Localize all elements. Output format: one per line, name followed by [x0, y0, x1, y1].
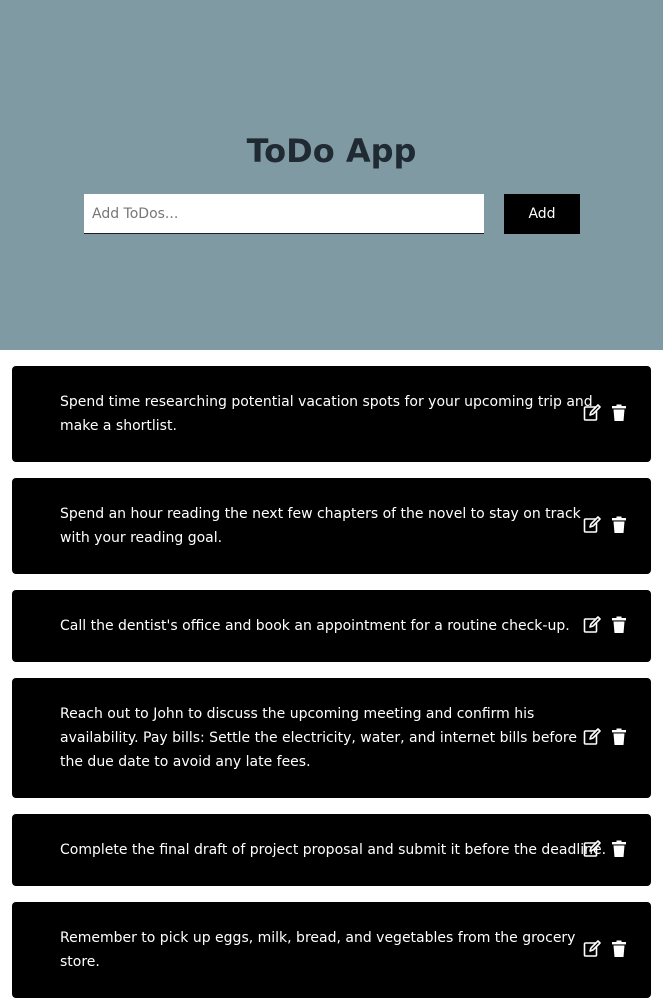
edit-icon[interactable]	[583, 840, 603, 860]
todo-item: Spend an hour reading the next few chapt…	[12, 478, 651, 574]
todo-actions	[583, 516, 631, 536]
header: ToDo App Add	[0, 0, 663, 350]
todo-text: Spend an hour reading the next few chapt…	[60, 506, 581, 546]
trash-icon[interactable]	[611, 616, 631, 636]
todo-actions	[583, 616, 631, 636]
todo-item: Reach out to John to discuss the upcomin…	[12, 678, 651, 798]
todo-text: Complete the final draft of project prop…	[60, 842, 607, 858]
trash-icon[interactable]	[611, 840, 631, 860]
todo-actions	[583, 728, 631, 748]
todo-text: Call the dentist's office and book an ap…	[60, 618, 570, 634]
trash-icon[interactable]	[611, 728, 631, 748]
edit-icon[interactable]	[583, 940, 603, 960]
trash-icon[interactable]	[611, 516, 631, 536]
todo-text: Spend time researching potential vacatio…	[60, 394, 593, 434]
edit-icon[interactable]	[583, 516, 603, 536]
edit-icon[interactable]	[583, 616, 603, 636]
todo-text: Reach out to John to discuss the upcomin…	[60, 706, 577, 770]
todo-actions	[583, 940, 631, 960]
todo-item: Complete the final draft of project prop…	[12, 814, 651, 886]
edit-icon[interactable]	[583, 728, 603, 748]
todo-actions	[583, 404, 631, 424]
page-title: ToDo App	[246, 132, 417, 170]
trash-icon[interactable]	[611, 940, 631, 960]
todo-text: Remember to pick up eggs, milk, bread, a…	[60, 930, 576, 970]
todo-item: Call the dentist's office and book an ap…	[12, 590, 651, 662]
add-button[interactable]: Add	[504, 194, 580, 234]
add-todo-input[interactable]	[84, 194, 484, 234]
todo-item: Spend time researching potential vacatio…	[12, 366, 651, 462]
edit-icon[interactable]	[583, 404, 603, 424]
todo-item: Remember to pick up eggs, milk, bread, a…	[12, 902, 651, 998]
trash-icon[interactable]	[611, 404, 631, 424]
todo-actions	[583, 840, 631, 860]
